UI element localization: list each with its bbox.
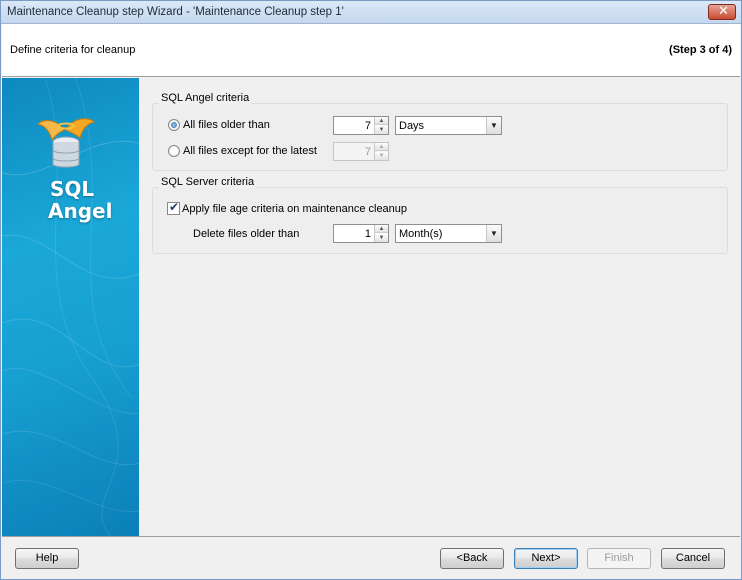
delete-unit-select[interactable]: Month(s) ▼	[395, 224, 502, 243]
close-button[interactable]: ✕	[708, 4, 736, 20]
delete-value: 1	[364, 228, 371, 240]
header-subtitle: Define criteria for cleanup	[10, 44, 136, 56]
delete-unit-value: Month(s)	[399, 228, 443, 240]
wizard-window: Maintenance Cleanup step Wizard - 'Maint…	[0, 0, 742, 580]
finish-button[interactable]: Finish	[587, 548, 651, 569]
sql-angel-criteria-title: SQL Angel criteria	[159, 92, 252, 104]
logo-wordmark: SQL Angel	[48, 177, 113, 223]
back-button[interactable]: <Back	[440, 548, 504, 569]
chevron-down-icon[interactable]: ▼	[486, 225, 501, 242]
spin-down-icon[interactable]: ▼	[375, 126, 388, 134]
title-bar[interactable]: Maintenance Cleanup step Wizard - 'Maint…	[1, 1, 741, 24]
wizard-footer: Help <Back Next> Finish Cancel	[2, 536, 740, 579]
except-spinner-arrows[interactable]: ▲ ▼	[374, 143, 388, 160]
label-apply-age-criteria[interactable]: Apply file age criteria on maintenance c…	[182, 203, 407, 215]
except-value: 7	[364, 146, 371, 158]
branding-sidebar: SQL Angel	[2, 78, 139, 536]
label-all-files-except[interactable]: All files except for the latest	[183, 145, 317, 157]
older-unit-value: Days	[399, 120, 425, 132]
sql-server-criteria-group: SQL Server criteria ✔ Apply file age cri…	[152, 176, 728, 254]
cancel-button[interactable]: Cancel	[661, 548, 725, 569]
help-button[interactable]: Help	[15, 548, 79, 569]
spin-up-icon[interactable]: ▲	[375, 117, 388, 125]
checkmark-icon: ✔	[169, 200, 180, 214]
older-unit-select[interactable]: Days ▼	[395, 116, 502, 135]
spin-up-icon[interactable]: ▲	[375, 225, 388, 233]
logo-text-line2: Angel	[48, 199, 113, 223]
apply-age-criteria-checkbox[interactable]: ✔	[167, 200, 180, 215]
spin-down-icon[interactable]: ▼	[375, 152, 388, 160]
spin-up-icon[interactable]: ▲	[375, 143, 388, 151]
window-title: Maintenance Cleanup step Wizard - 'Maint…	[7, 6, 344, 18]
wizard-content: SQL Angel criteria All files older than …	[139, 78, 741, 536]
wizard-header: Define criteria for cleanup (Step 3 of 4…	[2, 24, 740, 77]
next-button[interactable]: Next>	[514, 548, 578, 569]
delete-spinner-arrows[interactable]: ▲ ▼	[374, 225, 388, 242]
close-icon: ✕	[718, 4, 729, 19]
chevron-down-icon[interactable]: ▼	[486, 117, 501, 134]
sql-server-criteria-title: SQL Server criteria	[159, 176, 257, 188]
radio-all-files-older[interactable]	[168, 119, 180, 131]
label-all-files-older[interactable]: All files older than	[183, 119, 270, 131]
label-delete-files-older: Delete files older than	[193, 228, 300, 240]
radio-all-files-except[interactable]	[168, 145, 180, 157]
older-value: 7	[364, 120, 371, 132]
older-spinner-arrows[interactable]: ▲ ▼	[374, 117, 388, 134]
older-value-spinner[interactable]: 7 ▲ ▼	[333, 116, 389, 135]
step-indicator: (Step 3 of 4)	[669, 44, 732, 56]
sql-angel-logo-icon	[37, 118, 95, 168]
except-value-spinner[interactable]: 7 ▲ ▼	[333, 142, 389, 161]
sql-angel-criteria-group: SQL Angel criteria All files older than …	[152, 92, 728, 171]
delete-value-spinner[interactable]: 1 ▲ ▼	[333, 224, 389, 243]
spin-down-icon[interactable]: ▼	[375, 234, 388, 242]
logo-text-line1: SQL	[50, 177, 95, 201]
